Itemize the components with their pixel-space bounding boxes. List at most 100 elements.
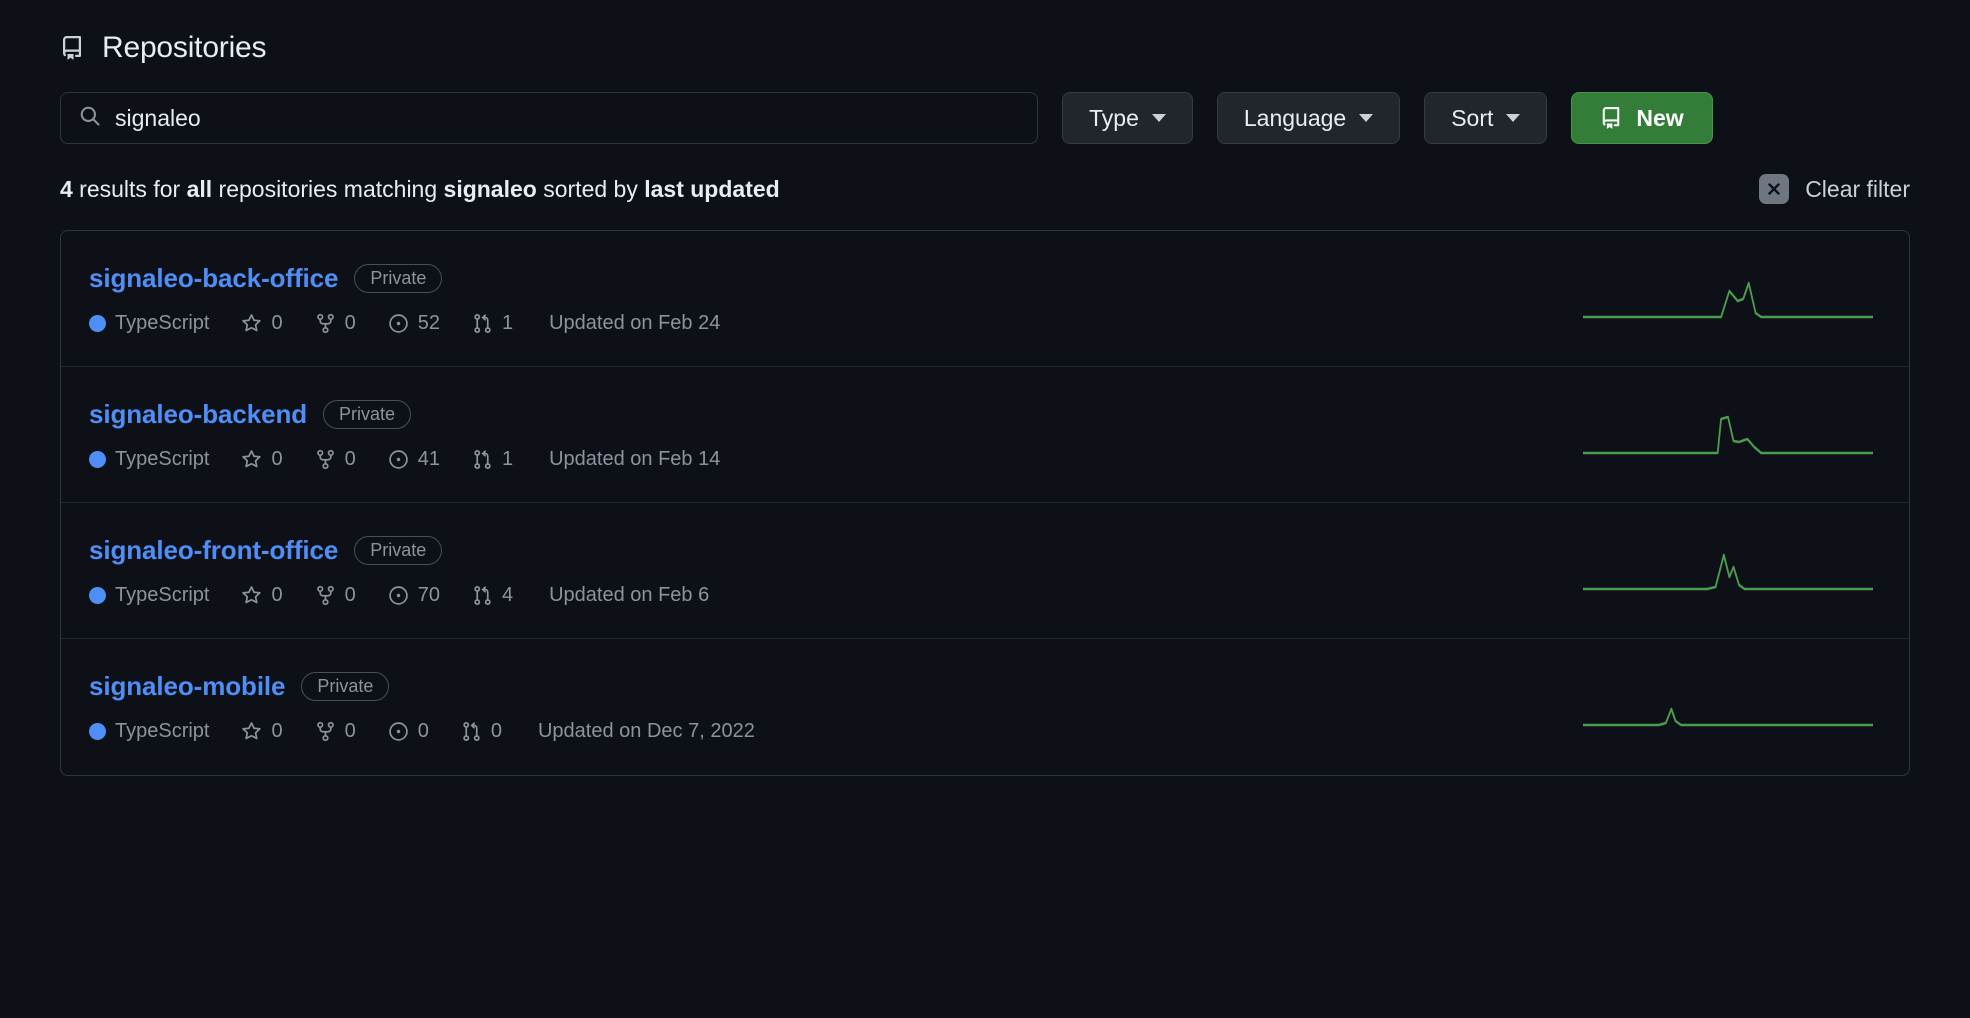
language-filter-label: Language	[1243, 104, 1347, 131]
repositories-page: Repositories Type Language Sort	[0, 0, 1970, 776]
type-filter-label: Type	[1089, 104, 1139, 131]
status-badge: Private	[354, 263, 443, 293]
repository-name-link[interactable]: signaleo-mobile	[89, 671, 286, 702]
forks-value: 0	[344, 447, 356, 470]
language-label: TypeScript	[115, 583, 210, 606]
filter-bar: Type Language Sort New	[60, 92, 1910, 144]
repository-meta: TypeScript 0	[89, 448, 720, 471]
page-title: Repositories	[102, 31, 267, 64]
star-icon	[241, 721, 262, 742]
repository-title-line: signaleo-front-office Private	[89, 535, 709, 566]
issues-value: 41	[417, 447, 440, 470]
pull-request-icon	[461, 721, 482, 742]
activity-sparkline	[1583, 415, 1873, 454]
clear-filter-label: Clear filter	[1805, 175, 1910, 202]
new-repository-button[interactable]: New	[1571, 92, 1713, 144]
forks-count[interactable]: 0	[315, 312, 356, 335]
repository-meta: TypeScript 0	[89, 584, 709, 607]
pull-requests-count[interactable]: 0	[461, 720, 502, 743]
language-indicator: TypeScript	[89, 312, 209, 335]
results-sorted-prefix: sorted by	[536, 175, 645, 202]
table-row[interactable]: signaleo-backend Private TypeScript 0 0 …	[61, 367, 1909, 503]
issues-value: 0	[417, 720, 429, 742]
language-filter-button[interactable]: Language	[1216, 92, 1401, 144]
repository-name-link[interactable]: signaleo-front-office	[89, 535, 338, 566]
issues-value: 70	[417, 583, 440, 606]
sort-filter-button[interactable]: Sort	[1424, 92, 1548, 144]
table-row[interactable]: signaleo-front-office Private TypeScript	[61, 503, 1909, 639]
repository-info: signaleo-mobile Private TypeScript 0 0 0…	[89, 671, 755, 743]
repository-info: signaleo-back-office Private TypeScript	[89, 263, 720, 335]
updated-timestamp: Updated on Feb 6	[549, 583, 710, 606]
stars-value: 0	[271, 583, 283, 606]
status-badge: Private	[301, 672, 390, 701]
repository-title-line: signaleo-back-office Private	[89, 263, 720, 294]
sparkline-path-0	[1583, 281, 1873, 318]
forks-count[interactable]: 0	[315, 720, 356, 743]
status-badge: Private	[354, 535, 443, 565]
forks-value: 0	[344, 583, 356, 606]
chevron-down-icon	[1151, 114, 1166, 122]
chevron-down-icon	[1506, 114, 1521, 122]
star-icon	[241, 585, 262, 606]
new-repository-label: New	[1636, 104, 1684, 131]
activity-sparkline	[1583, 707, 1873, 727]
issues-count[interactable]: 70	[388, 584, 440, 607]
pull-request-icon	[472, 585, 493, 606]
fork-icon	[315, 585, 336, 606]
fork-icon	[315, 721, 336, 742]
pull-requests-count[interactable]: 1	[472, 448, 513, 471]
issues-count[interactable]: 0	[388, 720, 429, 743]
repository-info: signaleo-front-office Private TypeScript	[89, 535, 709, 607]
issues-count[interactable]: 41	[388, 448, 440, 471]
pull-request-icon	[472, 313, 493, 334]
language-label: TypeScript	[115, 311, 210, 334]
forks-count[interactable]: 0	[315, 448, 356, 471]
stars-count[interactable]: 0	[241, 720, 283, 743]
sparkline-path-1	[1583, 415, 1873, 454]
fork-icon	[315, 449, 336, 470]
repository-info: signaleo-backend Private TypeScript 0 0 …	[89, 399, 720, 471]
language-color-dot	[89, 586, 106, 604]
stars-value: 0	[271, 311, 283, 334]
close-icon[interactable]	[1759, 174, 1790, 204]
results-query: signaleo	[443, 175, 537, 202]
issues-value: 52	[417, 311, 440, 334]
repo-book-icon	[1600, 107, 1622, 129]
repo-book-icon	[60, 36, 84, 60]
language-label: TypeScript	[115, 720, 210, 742]
chevron-down-icon	[1359, 114, 1374, 122]
stars-count[interactable]: 0	[241, 311, 283, 335]
pull-requests-value: 1	[501, 447, 514, 470]
pull-requests-count[interactable]: 1	[472, 312, 513, 335]
repository-title-line: signaleo-mobile Private	[89, 671, 755, 702]
issue-opened-icon	[388, 449, 409, 470]
language-indicator: TypeScript	[89, 584, 209, 607]
type-filter-button[interactable]: Type	[1062, 92, 1193, 144]
search-icon	[79, 105, 101, 132]
repository-list: signaleo-back-office Private TypeScript	[60, 230, 1910, 776]
table-row[interactable]: signaleo-mobile Private TypeScript 0 0 0…	[61, 639, 1909, 775]
results-sort: last updated	[644, 175, 780, 202]
search-input[interactable]	[115, 104, 1019, 132]
repository-name-link[interactable]: signaleo-back-office	[89, 263, 339, 294]
language-color-dot	[89, 450, 106, 468]
clear-filter-button[interactable]: Clear filter	[1759, 174, 1910, 204]
forks-count[interactable]: 0	[315, 584, 356, 607]
pull-requests-value: 1	[501, 311, 514, 334]
table-row[interactable]: signaleo-back-office Private TypeScript	[61, 231, 1909, 367]
results-summary-row: 4 results for all repositories matching …	[60, 174, 1910, 204]
language-color-dot	[89, 314, 106, 332]
results-summary: 4 results for all repositories matching …	[60, 176, 780, 203]
activity-sparkline	[1583, 281, 1873, 318]
page-header: Repositories	[60, 26, 1910, 70]
search-box[interactable]	[60, 92, 1038, 144]
repository-title-line: signaleo-backend Private	[89, 399, 720, 430]
repository-name-link[interactable]: signaleo-backend	[89, 399, 307, 430]
pull-requests-value: 4	[501, 583, 514, 606]
stars-count[interactable]: 0	[241, 583, 283, 607]
pull-requests-count[interactable]: 4	[472, 584, 513, 607]
sort-filter-label: Sort	[1451, 104, 1494, 131]
stars-count[interactable]: 0	[241, 448, 283, 471]
issues-count[interactable]: 52	[388, 312, 440, 335]
